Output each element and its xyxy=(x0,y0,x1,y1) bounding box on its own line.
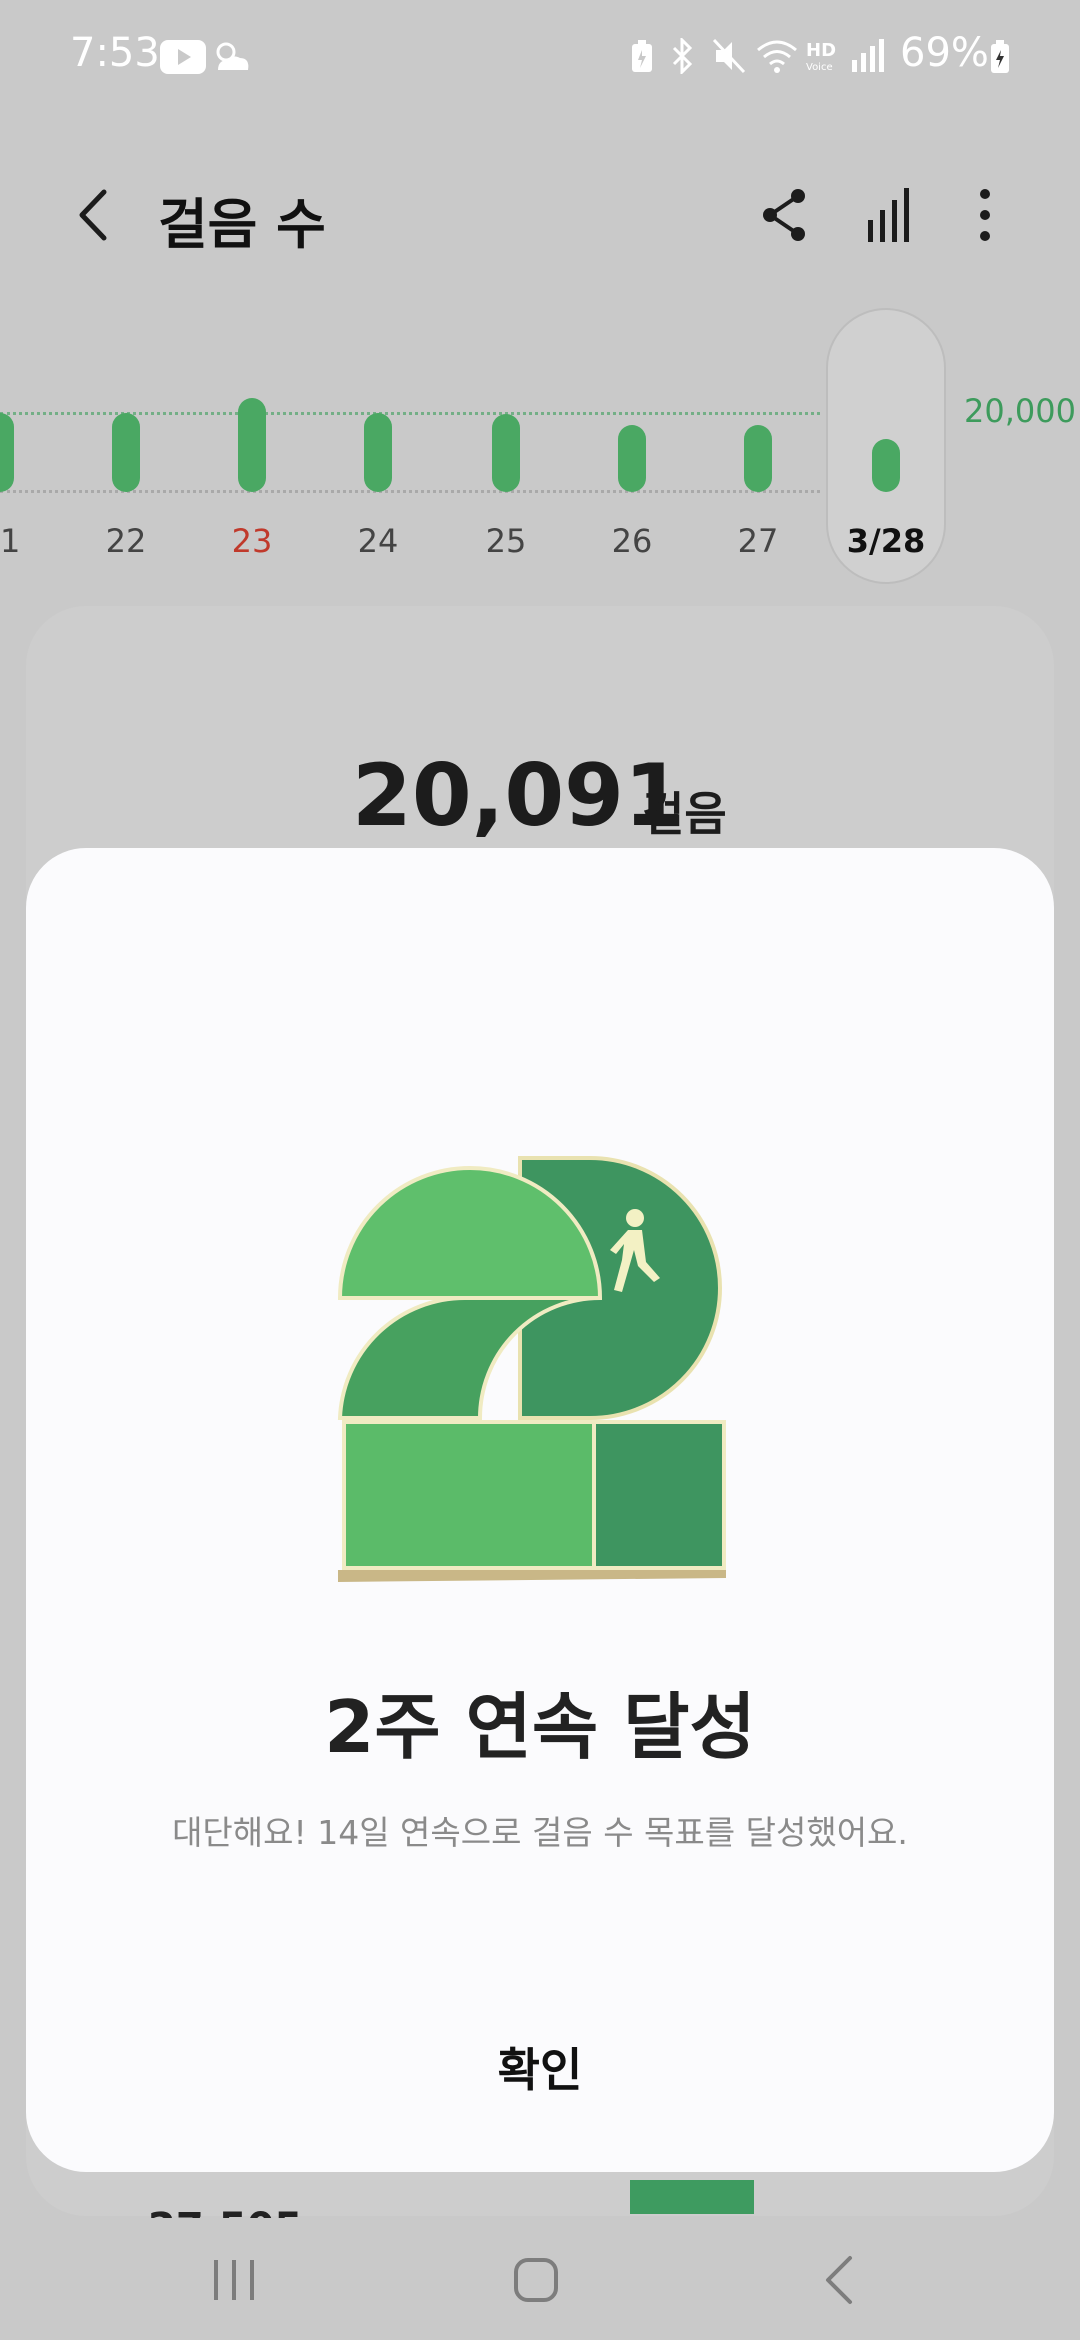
home-icon[interactable] xyxy=(496,2240,576,2320)
chart-day-label: 24 xyxy=(357,522,399,560)
svg-text:Voice: Voice xyxy=(806,62,833,73)
more-icon[interactable] xyxy=(950,180,1020,250)
bluetooth-icon xyxy=(672,38,693,74)
chart-bar-27[interactable] xyxy=(744,424,772,492)
chart-bar-25[interactable] xyxy=(492,414,520,492)
mute-icon xyxy=(712,38,746,74)
steps-chart: 20,000 21 22 23 24 25 26 27 3/28 xyxy=(0,300,1080,600)
youtube-icon xyxy=(160,40,206,74)
steps-unit: 걸음 xyxy=(642,787,727,841)
steps-value: 20,091 xyxy=(352,746,684,846)
page-title: 걸음 수 xyxy=(158,193,326,256)
chart-bar-24[interactable] xyxy=(364,413,392,492)
chart-bar-3-28[interactable] xyxy=(872,439,900,492)
chart-day-label: 21 xyxy=(0,522,21,560)
hd-voice-icon: HD Voice xyxy=(806,40,836,73)
share-icon[interactable] xyxy=(750,180,820,250)
back-icon[interactable] xyxy=(800,2240,880,2320)
chart-bar-26[interactable] xyxy=(618,424,646,492)
chart-day-label: 26 xyxy=(611,522,653,560)
chart-bar-23[interactable] xyxy=(238,398,266,492)
svg-text:HD: HD xyxy=(806,40,836,61)
chart-bar-21[interactable] xyxy=(0,413,14,492)
peek-bar xyxy=(630,2180,754,2214)
weather-icon xyxy=(216,42,249,70)
recent-apps-icon[interactable] xyxy=(194,2240,274,2320)
chart-icon[interactable] xyxy=(856,180,926,250)
signal-icon xyxy=(852,39,884,72)
battery-percent: 69% xyxy=(900,30,989,76)
navigation-bar xyxy=(0,2220,1080,2340)
battery-icon xyxy=(991,40,1009,73)
confirm-button[interactable]: 확인 xyxy=(390,2030,690,2110)
battery-saver-icon xyxy=(632,40,652,72)
wifi-icon xyxy=(757,40,797,73)
chart-day-label: 3/28 xyxy=(846,522,926,560)
chart-day-label: 23 xyxy=(231,522,273,560)
chart-bar-22[interactable] xyxy=(112,412,140,492)
chart-day-label: 25 xyxy=(485,522,527,560)
goal-label: 20,000 xyxy=(964,392,1076,430)
app-bar: 걸음 수 xyxy=(0,160,1080,270)
status-bar: 7:53 HD Voice 69% xyxy=(0,0,1080,110)
dialog-title: 2주 연속 달성 xyxy=(324,1685,756,1769)
chart-day-label: 22 xyxy=(105,522,147,560)
peek-text: 27,505 xyxy=(148,2198,302,2218)
chart-day-label: 27 xyxy=(737,522,779,560)
status-time: 7:53 xyxy=(70,30,160,76)
back-arrow-icon[interactable] xyxy=(60,180,130,250)
screen: 7:53 HD Voice 69% 걸음 수 20,000 1 22 23 24… xyxy=(0,0,1080,2340)
two-week-streak-badge-icon xyxy=(337,1156,726,1582)
dialog-message: 대단해요! 14일 연속으로 걸음 수 목표를 달성했어요. xyxy=(172,1813,908,1852)
